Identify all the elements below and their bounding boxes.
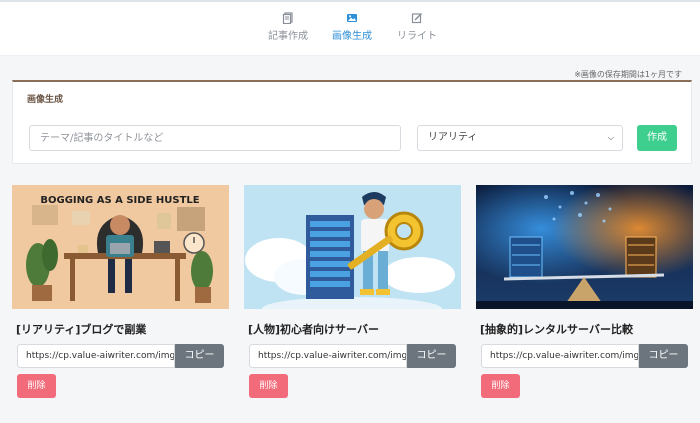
tab-image-generate[interactable]: 画像生成 — [322, 12, 382, 42]
card-title: [抽象的]レンタルサーバー比較 — [480, 323, 633, 336]
delete-button[interactable]: 削除 — [249, 374, 288, 398]
delete-button[interactable]: 削除 — [17, 374, 56, 398]
url-copy-group: https://cp.value-aiwriter.com/img コピー — [249, 344, 461, 368]
copy-button[interactable]: コピー — [407, 344, 456, 368]
topic-input[interactable] — [29, 125, 401, 151]
delete-button[interactable]: 削除 — [481, 374, 520, 398]
image-card: [人物]初心者向けサーバー https://cp.value-aiwriter.… — [244, 185, 461, 398]
tab-article-create[interactable]: 記事作成 — [258, 12, 318, 42]
style-select[interactable]: リアリティ ⌵ — [417, 125, 623, 151]
card-title: [リアリティ]ブログで副業 — [16, 323, 147, 336]
generated-image-server-person — [244, 185, 461, 309]
create-button[interactable]: 作成 — [637, 125, 677, 151]
style-select-value: リアリティ — [428, 132, 478, 143]
retention-note: ※画像の保存期間は1ヶ月です — [574, 70, 682, 79]
tab-rewrite[interactable]: リライト — [387, 12, 447, 42]
tab-label: 画像生成 — [332, 31, 372, 42]
url-copy-group: https://cp.value-aiwriter.com/img コピー — [17, 344, 229, 368]
url-copy-group: https://cp.value-aiwriter.com/img コピー — [481, 344, 693, 368]
generated-image-blogging: BOGGING AS A SIDE HUSTLE — [12, 185, 229, 309]
image-icon — [347, 14, 357, 22]
tab-label: 記事作成 — [268, 31, 308, 42]
copy-button[interactable]: コピー — [639, 344, 688, 368]
image-card: [抽象的]レンタルサーバー比較 https://cp.value-aiwrite… — [476, 185, 693, 398]
image-generate-panel: 画像生成 リアリティ ⌵ 作成 — [12, 80, 692, 164]
image-url-field[interactable]: https://cp.value-aiwriter.com/img — [481, 344, 639, 368]
copy-button[interactable]: コピー — [175, 344, 224, 368]
generated-image-server-comparison — [476, 185, 693, 309]
card-title: [人物]初心者向けサーバー — [248, 323, 379, 336]
rewrite-icon — [411, 12, 423, 24]
panel-title: 画像生成 — [27, 95, 64, 105]
document-icon — [282, 12, 293, 24]
image-card: BOGGING AS A SIDE HUSTLE [リアリティ]ブログで副業 h… — [12, 185, 229, 398]
image-overlay-text: BOGGING AS A SIDE HUSTLE — [40, 195, 199, 206]
image-url-field[interactable]: https://cp.value-aiwriter.com/img — [249, 344, 407, 368]
tab-label: リライト — [397, 31, 437, 42]
image-url-field[interactable]: https://cp.value-aiwriter.com/img — [17, 344, 175, 368]
chevron-down-icon: ⌵ — [607, 133, 614, 142]
top-navigation: 記事作成 画像生成 リライト — [0, 0, 700, 56]
